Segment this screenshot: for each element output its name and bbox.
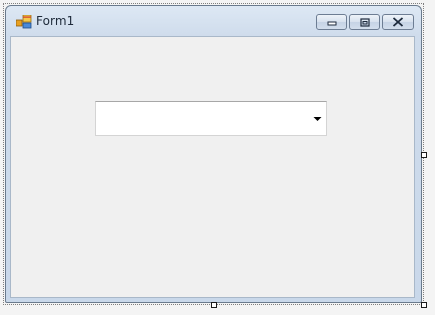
resize-handle-bottom-right[interactable]	[421, 302, 427, 308]
minimize-icon	[327, 21, 336, 26]
combo-box[interactable]	[95, 101, 327, 136]
title-bar[interactable]: Form1	[6, 6, 421, 36]
form-window[interactable]: Form1	[5, 5, 422, 303]
window-title: Form1	[36, 14, 75, 28]
dropdown-arrow-icon[interactable]	[313, 116, 322, 122]
resize-handle-right[interactable]	[421, 152, 427, 158]
minimize-button[interactable]	[316, 14, 347, 30]
form-client-area[interactable]	[10, 36, 415, 298]
restore-button[interactable]	[349, 14, 380, 30]
restore-icon	[359, 17, 370, 27]
resize-handle-bottom[interactable]	[211, 302, 217, 308]
close-icon	[392, 17, 404, 27]
close-button[interactable]	[382, 14, 414, 30]
designer-surface: Form1	[0, 0, 435, 315]
form-app-icon	[16, 15, 32, 29]
